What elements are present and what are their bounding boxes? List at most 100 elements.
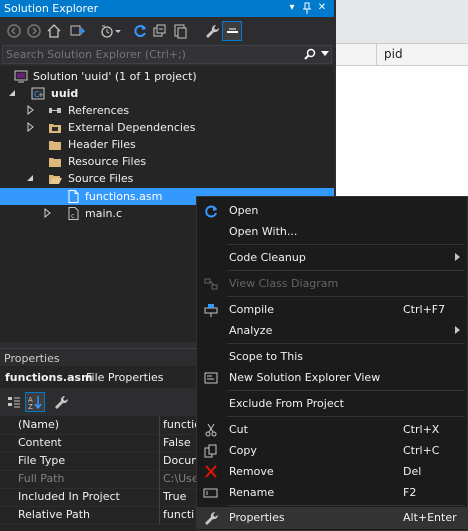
menu-item-label: View Class Diagram <box>229 277 339 290</box>
collapsed-arrow-icon[interactable] <box>26 105 36 115</box>
menu-item-label: Open <box>229 204 259 217</box>
menu-item-label: Cut <box>229 423 248 436</box>
wrench-icon <box>203 511 219 525</box>
menu-item-label: Exclude From Project <box>229 397 344 410</box>
dropdown-icon[interactable]: ▾ <box>286 1 298 15</box>
grid-header: pid <box>336 43 468 66</box>
menu-item-label: Remove <box>229 465 274 478</box>
tree-item-header-files[interactable]: Header Files <box>0 136 334 153</box>
menu-item-shortcut: Ctrl+F7 <box>403 303 446 316</box>
menu-item-label: Copy <box>229 444 257 457</box>
context-menu: Open Open With... Code Cleanup View Clas… <box>196 196 468 531</box>
tree-item-references[interactable]: References <box>0 102 334 119</box>
collapse-all-icon[interactable] <box>151 22 169 40</box>
property-name: Included In Project <box>18 490 120 503</box>
copy-icon <box>203 444 219 458</box>
menu-item-view-class-diagram[interactable]: View Class Diagram <box>197 273 467 295</box>
property-name: (Name) <box>18 418 60 431</box>
new-view-icon <box>203 371 219 385</box>
menu-item-compile[interactable]: Compile Ctrl+F7 <box>197 299 467 321</box>
preview-selected-icon[interactable] <box>222 21 242 41</box>
menu-item-label: New Solution Explorer View <box>229 371 381 384</box>
solution-icon <box>14 70 28 83</box>
grid-column-pid[interactable]: pid <box>384 47 403 61</box>
expanded-arrow-icon[interactable] <box>26 173 36 183</box>
tree-item-label: Source Files <box>68 172 134 185</box>
rename-icon <box>203 486 219 500</box>
properties-title: Properties <box>4 352 60 365</box>
refresh-icon[interactable] <box>131 22 149 40</box>
menu-item-properties[interactable]: Properties Alt+Enter <box>197 507 467 529</box>
search-options-icon[interactable] <box>321 51 329 57</box>
tree-item-label: main.c <box>85 207 123 220</box>
sync-icon[interactable] <box>68 22 86 40</box>
menu-item-code-cleanup[interactable]: Code Cleanup <box>197 247 467 269</box>
forward-icon[interactable] <box>25 22 43 40</box>
tree-item-label: functions.asm <box>85 190 163 203</box>
categorized-icon[interactable] <box>5 393 23 411</box>
menu-item-open-with[interactable]: Open With... <box>197 221 467 243</box>
menu-item-label: Rename <box>229 486 275 499</box>
search-icon[interactable] <box>303 48 317 62</box>
tree-item-external-dependencies[interactable]: External Dependencies <box>0 119 334 136</box>
property-value[interactable]: False <box>163 436 191 449</box>
submenu-arrow-icon <box>455 326 461 334</box>
chevron-down-icon[interactable] <box>113 22 121 40</box>
home-icon[interactable] <box>45 22 63 40</box>
menu-item-shortcut: Ctrl+C <box>403 444 440 457</box>
property-name: Content <box>18 436 62 449</box>
remove-icon <box>203 465 219 479</box>
property-pages-icon[interactable] <box>52 393 70 411</box>
tree-item-label: Solution 'uuid' (1 of 1 project) <box>33 70 197 83</box>
menu-item-shortcut: Del <box>403 465 422 478</box>
tree-item-label: Resource Files <box>68 155 147 168</box>
collapsed-arrow-icon[interactable] <box>43 208 53 218</box>
properties-object-type: File Properties <box>86 371 164 384</box>
folder-icon <box>48 155 62 168</box>
wrench-icon[interactable] <box>203 22 221 40</box>
grid-header-cell[interactable] <box>336 44 377 65</box>
menu-item-cut[interactable]: Cut Ctrl+X <box>197 419 467 441</box>
editor-grid <box>336 64 468 200</box>
tree-item-resource-files[interactable]: Resource Files <box>0 153 334 170</box>
folder-icon <box>48 138 62 151</box>
search-input[interactable] <box>6 47 296 62</box>
menu-item-shortcut: Ctrl+X <box>403 423 440 436</box>
pin-icon[interactable] <box>301 1 313 15</box>
class-diagram-icon <box>203 277 219 291</box>
tree-item-label: Header Files <box>68 138 136 151</box>
menu-item-remove[interactable]: Remove Del <box>197 461 467 483</box>
submenu-arrow-icon <box>455 253 461 261</box>
menu-item-scope-to-this[interactable]: Scope to This <box>197 346 467 368</box>
properties-object-name: functions.asm <box>5 371 93 384</box>
show-all-files-icon[interactable] <box>171 22 189 40</box>
folder-icon <box>48 121 62 134</box>
menu-item-rename[interactable]: Rename F2 <box>197 482 467 504</box>
property-name: File Type <box>18 454 66 467</box>
back-icon[interactable] <box>5 22 23 40</box>
tree-item-label: uuid <box>51 87 79 100</box>
menu-item-label: Compile <box>229 303 274 316</box>
menu-item-new-solution-explorer-view[interactable]: New Solution Explorer View <box>197 367 467 389</box>
menu-item-open[interactable]: Open <box>197 200 467 222</box>
menu-item-shortcut: F2 <box>403 486 417 499</box>
menu-item-label: Analyze <box>229 324 273 337</box>
close-icon[interactable]: ✕ <box>316 1 328 15</box>
menu-item-shortcut: Alt+Enter <box>403 511 457 524</box>
menu-item-exclude-from-project[interactable]: Exclude From Project <box>197 393 467 415</box>
expanded-arrow-icon[interactable] <box>8 88 18 98</box>
tree-item-source-files[interactable]: Source Files <box>0 170 334 187</box>
property-name: Relative Path <box>18 508 91 521</box>
menu-item-analyze[interactable]: Analyze <box>197 320 467 342</box>
property-value[interactable]: functi <box>163 508 194 521</box>
property-value[interactable]: True <box>163 490 186 503</box>
c-file-icon: c <box>66 207 80 220</box>
alphabetical-icon[interactable]: AZ <box>25 392 45 412</box>
collapsed-arrow-icon[interactable] <box>26 122 36 132</box>
folder-open-icon <box>48 172 62 185</box>
solution-explorer-toolbar <box>0 18 334 44</box>
tree-item-solution[interactable]: Solution 'uuid' (1 of 1 project) <box>0 68 334 85</box>
menu-item-copy[interactable]: Copy Ctrl+C <box>197 440 467 462</box>
tree-item-project[interactable]: C + uuid <box>0 85 334 102</box>
solution-explorer-search[interactable] <box>2 45 332 64</box>
